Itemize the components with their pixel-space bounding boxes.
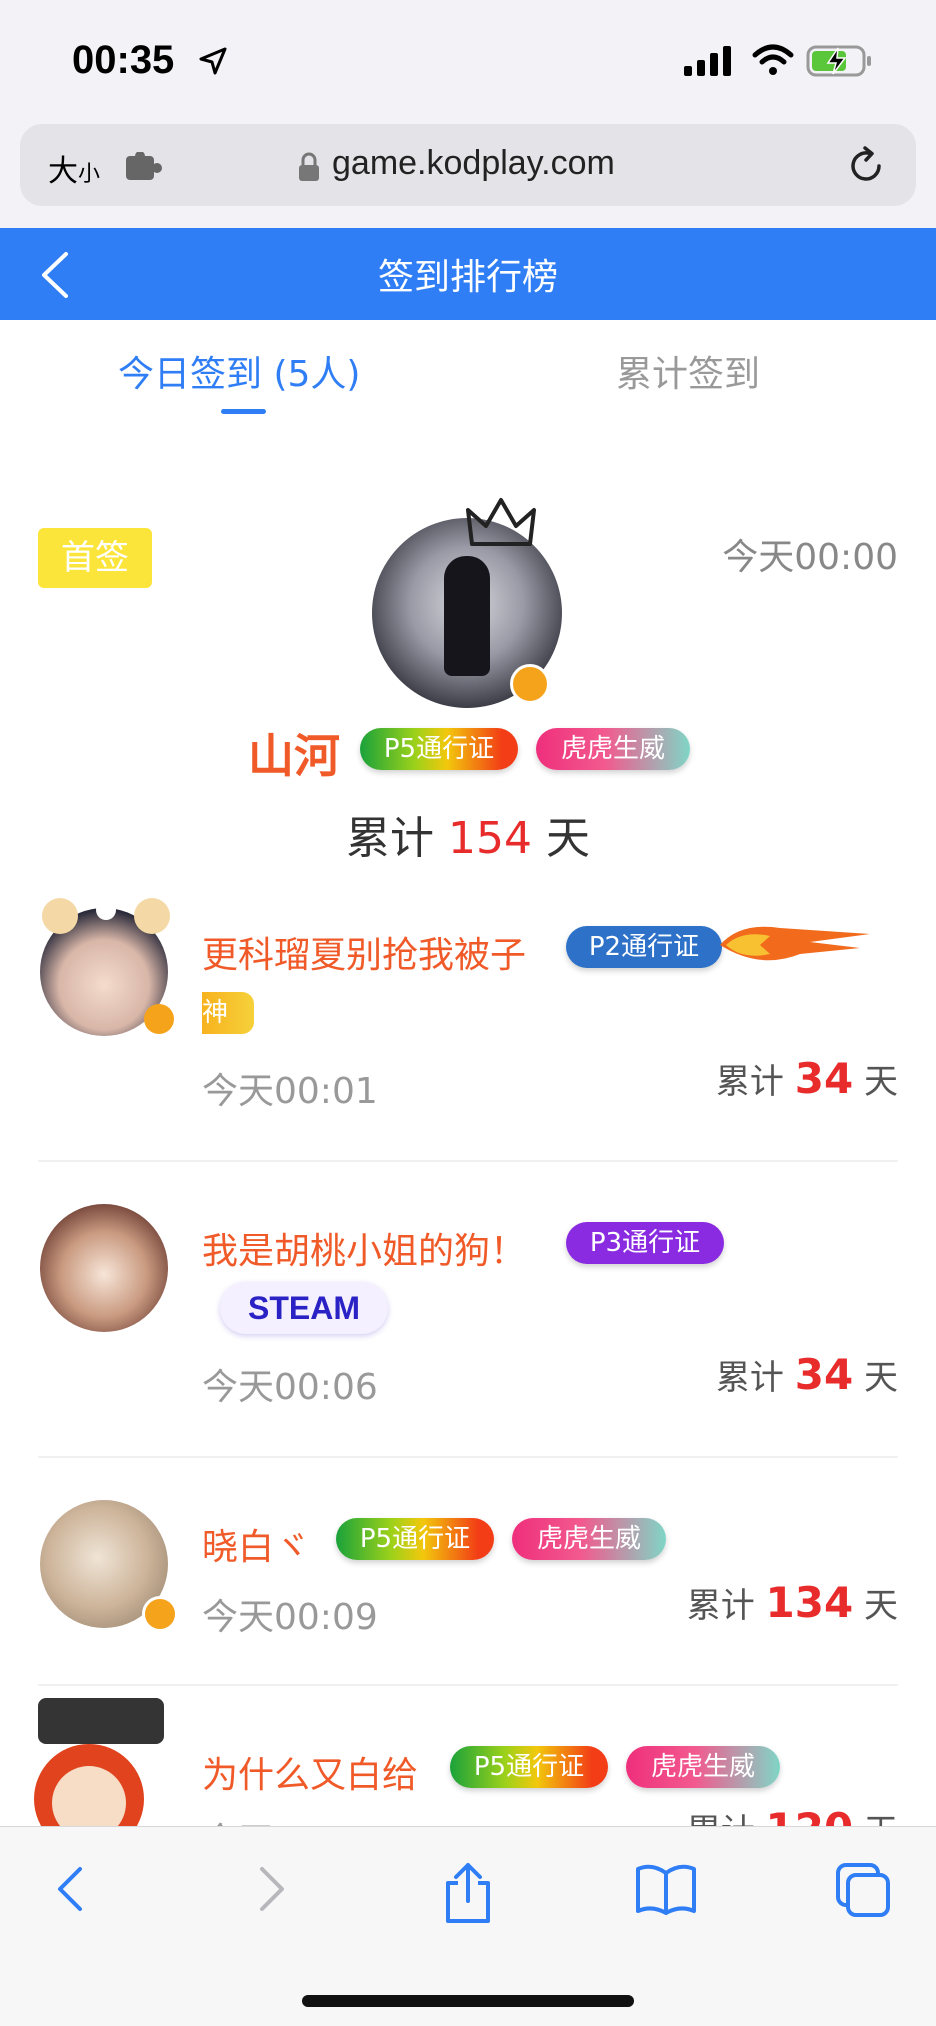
total-prefix: 累计 [715, 1358, 784, 1398]
extension-puzzle-icon[interactable] [124, 152, 164, 182]
total-days: 累计 34 天 [716, 1054, 898, 1103]
vip-badge-icon [510, 664, 550, 704]
total-days: 累计 34 天 [716, 1350, 898, 1399]
tv-badge-icon [144, 1004, 174, 1034]
user-name[interactable]: 山河 [248, 720, 340, 786]
total-prefix: 累计 [715, 1062, 784, 1102]
first-signin-badge: 首签 [38, 528, 152, 588]
signin-time: 今天00:09 [202, 1597, 378, 1638]
total-prefix: 累计 [346, 813, 434, 864]
days-number: 134 [765, 1578, 854, 1627]
lock-icon [299, 152, 319, 181]
vip-badge-icon [142, 1596, 178, 1632]
divider [38, 1456, 898, 1458]
total-days: 154 [448, 813, 532, 864]
wifi-icon [752, 44, 794, 75]
status-bar: 00:35 [0, 0, 936, 120]
user-name[interactable]: 为什么又白给 [202, 1746, 418, 1798]
active-tab-indicator [221, 409, 266, 414]
share-icon[interactable] [440, 1861, 496, 1925]
address-bar[interactable]: 大小 game.kodplay.com [20, 124, 916, 206]
tab-total-signin[interactable]: 累计签到 [616, 345, 760, 397]
location-arrow-icon [199, 47, 227, 75]
cellular-signal-icon [684, 46, 731, 76]
bookmarks-icon[interactable] [634, 1861, 698, 1917]
tabs-icon[interactable] [834, 1861, 894, 1921]
page-header: 签到排行榜 [0, 228, 936, 320]
url-domain: game.kodplay.com [332, 144, 615, 182]
tab-today-signin[interactable]: 今日签到 (5人) [118, 345, 360, 397]
text-size-button[interactable]: 大小 [48, 146, 100, 190]
tag-tiger: 虎虎生威 [512, 1518, 666, 1560]
tag-p5-pass: P5通行证 [450, 1746, 608, 1788]
user-name[interactable]: 我是胡桃小姐的狗！ [202, 1222, 526, 1274]
browser-back-icon[interactable] [50, 1861, 90, 1917]
total-suffix: 天 [864, 1062, 898, 1102]
status-time: 00:35 [72, 38, 175, 82]
tag-steam: STEAM [220, 1282, 388, 1334]
user-name[interactable]: 更科瑠夏别抢我被子 [202, 926, 526, 978]
total-suffix: 天 [864, 1358, 898, 1398]
total-suffix: 天 [864, 1586, 898, 1626]
tag-god: 神 [202, 992, 254, 1034]
browser-forward-icon[interactable] [252, 1861, 292, 1917]
avatar[interactable] [40, 1204, 168, 1332]
tag-tiger: 虎虎生威 [626, 1746, 780, 1788]
tag-p5-pass: P5通行证 [360, 728, 518, 770]
signin-time: 今天00:06 [202, 1367, 378, 1408]
first-signin-time: 今天00:00 [722, 537, 898, 578]
browser-address-area: 大小 game.kodplay.com [0, 110, 936, 228]
crown-icon [466, 498, 536, 546]
days-number: 34 [794, 1054, 854, 1103]
signin-time: 今天00:01 [202, 1071, 378, 1112]
days-number: 34 [794, 1350, 854, 1399]
total-suffix: 天 [545, 813, 590, 864]
first-total: 累计 154 天 [0, 802, 936, 866]
page-title: 签到排行榜 [377, 257, 558, 298]
text-size-large: 大 [48, 155, 78, 188]
divider [38, 1684, 898, 1686]
cat-ears-decoration-icon [42, 898, 170, 934]
home-indicator [302, 1995, 634, 2007]
tag-tiger: 虎虎生威 [536, 728, 690, 770]
flame-decoration-icon [720, 926, 870, 961]
user-name[interactable]: 晓白ヾ [202, 1518, 310, 1570]
divider [38, 1160, 898, 1162]
tag-p5-pass: P5通行证 [336, 1518, 494, 1560]
reload-icon[interactable] [844, 144, 888, 188]
total-prefix: 累计 [686, 1586, 755, 1626]
total-days: 累计 134 天 [687, 1578, 898, 1627]
text-size-small: 小 [78, 161, 101, 186]
battery-charging-icon [806, 45, 871, 77]
tag-p3-pass: P3通行证 [566, 1222, 724, 1264]
avatar[interactable] [34, 1694, 170, 1830]
tag-p2-pass: P2通行证 [566, 926, 722, 968]
